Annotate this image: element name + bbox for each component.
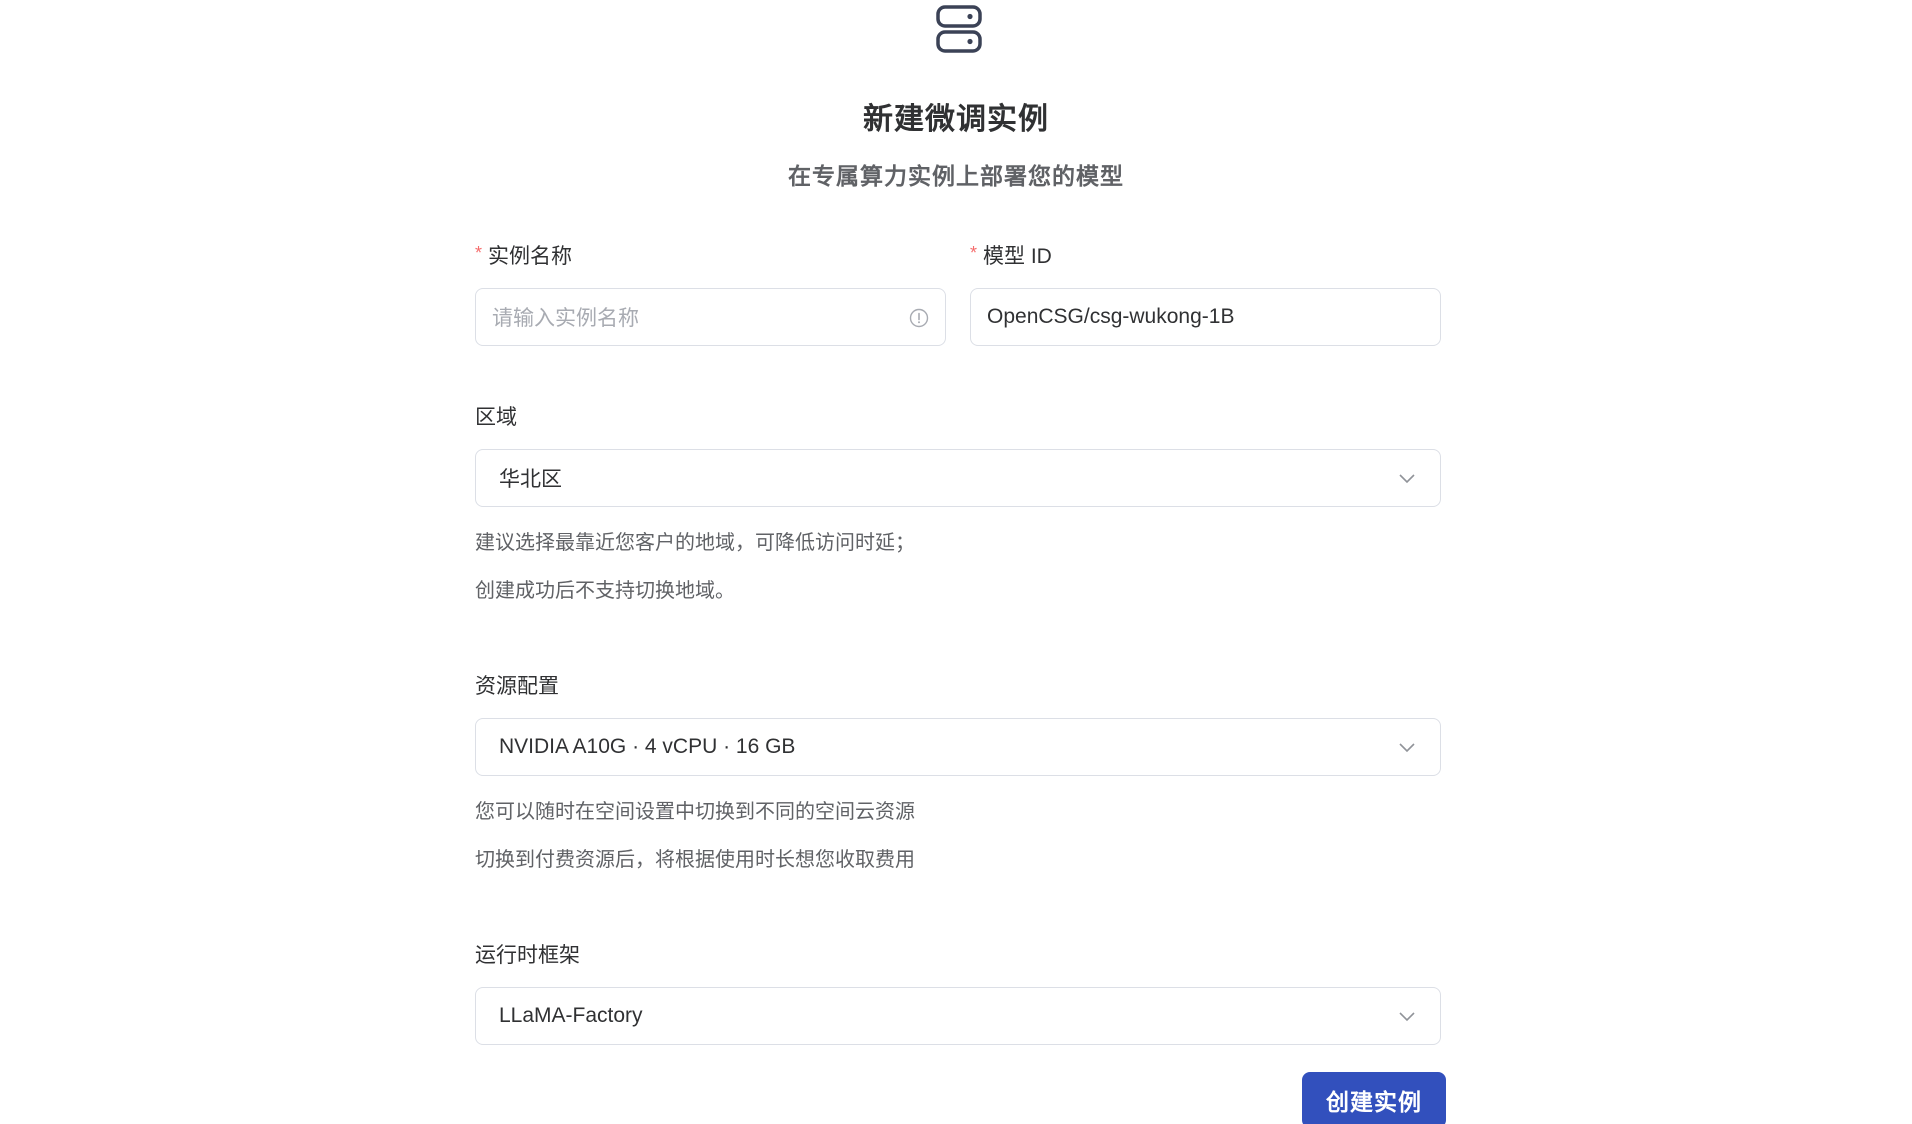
instance-name-input[interactable]: 请输入实例名称	[475, 288, 946, 346]
info-icon	[909, 308, 929, 328]
create-instance-button[interactable]: 创建实例	[1302, 1072, 1446, 1124]
resource-help: 您可以随时在空间设置中切换到不同的空间云资源 切换到付费资源后，将根据使用时长想…	[475, 788, 1441, 884]
region-help: 建议选择最靠近您客户的地域，可降低访问时延； 创建成功后不支持切换地域。	[475, 519, 1441, 615]
page-title: 新建微调实例	[863, 103, 1049, 136]
chevron-down-icon	[1399, 743, 1415, 753]
region-help-line: 创建成功后不支持切换地域。	[475, 580, 735, 602]
name-model-row: * 实例名称 请输入实例名称 * 模型 ID OpenCSG/csg-wukon…	[475, 240, 1441, 346]
resource-select[interactable]: NVIDIA A10G · 4 vCPU · 16 GB	[475, 718, 1441, 776]
server-icon	[936, 5, 982, 53]
create-finetune-page: 新建微调实例 在专属算力实例上部署您的模型 * 实例名称 请输入实例名称 * 模…	[0, 0, 1912, 1124]
required-mark: *	[970, 242, 978, 263]
model-id-label: * 模型 ID	[970, 240, 1441, 270]
chevron-down-icon	[1399, 474, 1415, 484]
create-instance-form: * 实例名称 请输入实例名称 * 模型 ID OpenCSG/csg-wukon…	[475, 240, 1441, 1045]
required-mark: *	[475, 242, 483, 263]
runtime-group: 运行时框架 LLaMA-Factory	[475, 939, 1441, 1045]
region-selected-value: 华北区	[499, 468, 562, 491]
runtime-select[interactable]: LLaMA-Factory	[475, 987, 1441, 1045]
resource-help-line: 切换到付费资源后，将根据使用时长想您收取费用	[475, 849, 915, 871]
instance-name-placeholder: 请输入实例名称	[492, 307, 639, 330]
region-select[interactable]: 华北区	[475, 449, 1441, 507]
region-group: 区域 华北区 建议选择最靠近您客户的地域，可降低访问时延； 创建成功后不支持切换…	[475, 401, 1441, 615]
page-subtitle: 在专属算力实例上部署您的模型	[788, 163, 1124, 189]
model-id-label-text: 模型 ID	[983, 245, 1052, 268]
resource-help-line: 您可以随时在空间设置中切换到不同的空间云资源	[475, 801, 915, 823]
chevron-down-icon	[1399, 1012, 1415, 1022]
instance-name-label-text: 实例名称	[488, 245, 573, 268]
resource-label: 资源配置	[475, 675, 559, 698]
resource-selected-value: NVIDIA A10G · 4 vCPU · 16 GB	[499, 735, 796, 758]
instance-name-label: * 实例名称	[475, 240, 946, 270]
runtime-label: 运行时框架	[475, 944, 580, 967]
model-id-input[interactable]: OpenCSG/csg-wukong-1B	[970, 288, 1441, 346]
region-help-line: 建议选择最靠近您客户的地域，可降低访问时延；	[475, 532, 915, 554]
runtime-selected-value: LLaMA-Factory	[499, 1004, 643, 1027]
resource-group: 资源配置 NVIDIA A10G · 4 vCPU · 16 GB 您可以随时在…	[475, 670, 1441, 884]
model-id-value: OpenCSG/csg-wukong-1B	[987, 305, 1235, 328]
instance-name-group: * 实例名称 请输入实例名称	[475, 240, 946, 346]
model-id-group: * 模型 ID OpenCSG/csg-wukong-1B	[970, 240, 1441, 346]
region-label: 区域	[475, 406, 517, 429]
